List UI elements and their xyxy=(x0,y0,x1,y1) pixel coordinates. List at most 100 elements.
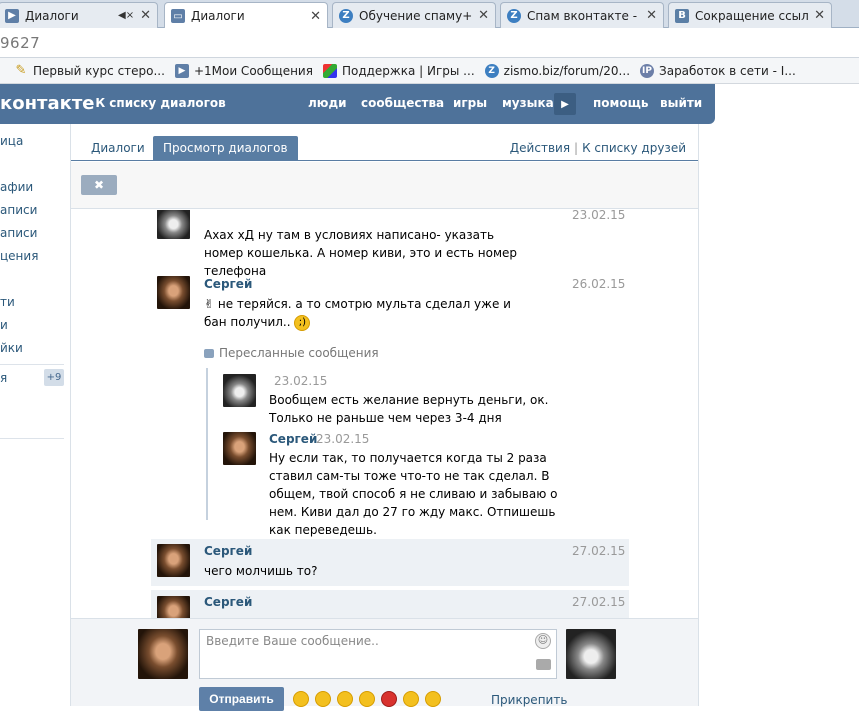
left-menu-item[interactable]: и xyxy=(0,318,8,332)
ip-icon: IP xyxy=(640,63,655,78)
left-menu-item[interactable]: йки xyxy=(0,341,23,355)
smile-icon[interactable]: ☺ xyxy=(535,633,551,649)
message-text: Ну если так, то получается когда ты 2 ра… xyxy=(269,451,558,537)
message-text: ✌ не теряйся. а то смотрю мульта сделал … xyxy=(204,297,511,331)
left-menu-item[interactable]: я xyxy=(0,371,7,385)
emoji-rose-icon[interactable] xyxy=(381,691,397,707)
browser-tab-link-shortener[interactable]: B Сокращение ссылок ✕ xyxy=(668,2,832,28)
bookmark-4[interactable]: Z zismo.biz/forum/20... xyxy=(484,63,630,78)
browser-tab-dialogs-1[interactable]: ▶ Диалоги ◀× ✕ xyxy=(0,2,158,28)
message-author[interactable]: Сергей xyxy=(204,277,252,291)
forwarded-label[interactable]: Пересланные сообщения xyxy=(204,346,379,360)
avatar[interactable] xyxy=(157,210,190,239)
dialog-toolbar: ✖ xyxy=(71,162,698,209)
close-icon[interactable]: ✕ xyxy=(310,9,321,24)
wink-emoji-icon: ;) xyxy=(294,314,311,331)
close-icon[interactable]: ✕ xyxy=(140,8,151,23)
browser-tab-spam-vk[interactable]: Z Спам вконтакте - Ба ✕ xyxy=(500,2,664,28)
avatar[interactable] xyxy=(223,432,256,465)
emoji-grin-icon[interactable] xyxy=(337,691,353,707)
message-date: 23.02.15 xyxy=(572,210,626,222)
victory-hand-icon: ✌ xyxy=(204,297,215,311)
avatar[interactable] xyxy=(157,596,190,618)
z-icon: Z xyxy=(339,8,353,23)
left-menu-item[interactable]: аписи xyxy=(0,203,37,217)
camera-icon[interactable] xyxy=(536,659,551,670)
nav-help[interactable]: помощь xyxy=(593,96,648,110)
message-date: 27.02.15 xyxy=(572,595,626,609)
left-menu-item[interactable]: ица xyxy=(0,134,23,148)
address-text[interactable]: 9627 xyxy=(0,34,40,52)
actions-link[interactable]: Действия xyxy=(510,141,570,155)
counter-badge: +9 xyxy=(44,369,64,386)
nav-games[interactable]: игры xyxy=(453,96,487,110)
emoji-blush-icon[interactable] xyxy=(425,691,441,707)
emoji-shock-icon[interactable] xyxy=(359,691,375,707)
delete-button[interactable]: ✖ xyxy=(81,175,117,195)
send-button[interactable]: Отправить xyxy=(199,687,284,711)
site-header: контакте ‹ К списку диалогов люди сообще… xyxy=(0,84,715,124)
message-author[interactable]: Сергей xyxy=(269,432,317,446)
message-composer: ☺ Отправить Прикрепить xyxy=(70,618,699,711)
left-menu-item[interactable]: афии xyxy=(0,180,33,194)
cube-icon xyxy=(322,63,337,78)
forward-quote-bar xyxy=(206,368,208,520)
chat-icon: ▭ xyxy=(171,9,185,23)
emoji-laugh-icon[interactable] xyxy=(315,691,331,707)
site-logo[interactable]: контакте xyxy=(0,93,94,114)
z-icon: Z xyxy=(507,8,521,23)
panel-tabs: Диалоги Просмотр диалогов Действия | К спи… xyxy=(71,124,698,161)
message-text: Ахах хД ну там в условиях написано- указ… xyxy=(204,228,518,278)
message-date: 23.02.15 xyxy=(316,432,370,446)
nav-logout[interactable]: выйти xyxy=(660,96,702,110)
attach-link[interactable]: Прикрепить xyxy=(491,693,567,707)
z-icon: Z xyxy=(484,63,499,78)
browser-tab-strip: ▶ Диалоги ◀× ✕ ▭ Диалоги ✕ Z Обучение сп… xyxy=(0,0,859,29)
panel-links: Действия | К списку друзей xyxy=(509,141,686,155)
nav-music[interactable]: музыка xyxy=(502,96,554,110)
bookmark-3[interactable]: Поддержка | Игры ... xyxy=(322,63,475,78)
bookmarks-bar: ✎ Первый курс стеро... ▶ +1Мои Сообщения… xyxy=(0,58,859,84)
left-menu-item[interactable]: цения xyxy=(0,249,38,263)
friends-list-link[interactable]: К списку друзей xyxy=(582,141,686,155)
close-icon[interactable]: ✕ xyxy=(646,8,657,23)
message-text: Вообщем есть желание вернуть деньги, ок.… xyxy=(269,393,549,425)
address-bar[interactable]: 9627 xyxy=(0,28,859,58)
page-icon: ▶ xyxy=(5,8,19,23)
nav-communities[interactable]: сообщества xyxy=(361,96,444,110)
close-icon[interactable]: ✕ xyxy=(814,8,825,23)
tab-dialogs[interactable]: Диалоги xyxy=(81,136,155,160)
page-icon: ▶ xyxy=(174,63,189,78)
emoji-scared-icon[interactable] xyxy=(403,691,419,707)
back-to-dialogs-link[interactable]: ‹ К списку диалогов xyxy=(82,96,226,110)
browser-tab-spam-training[interactable]: Z Обучение спаму+ до ✕ xyxy=(332,2,496,28)
left-menu-divider xyxy=(0,364,64,365)
message-text: чего молчишь то? xyxy=(204,564,318,578)
message-date: 27.02.15 xyxy=(572,544,626,558)
left-menu-item[interactable]: ти xyxy=(0,295,15,309)
play-icon[interactable]: ▶ xyxy=(554,93,576,115)
message-author[interactable]: Сергей xyxy=(204,544,252,558)
left-menu-item[interactable]: аписи xyxy=(0,226,37,240)
my-avatar[interactable] xyxy=(138,629,188,679)
browser-tab-dialogs-2[interactable]: ▭ Диалоги ✕ xyxy=(164,2,328,29)
bookmark-5[interactable]: IP Заработок в сети - I... xyxy=(640,63,796,78)
bookmark-2[interactable]: ▶ +1Мои Сообщения xyxy=(174,63,313,78)
close-icon[interactable]: ✕ xyxy=(478,8,489,23)
vk-icon: B xyxy=(675,8,689,23)
message-input[interactable] xyxy=(199,629,557,679)
message-date: 26.02.15 xyxy=(572,277,626,291)
avatar[interactable] xyxy=(157,544,190,577)
message-list[interactable]: 23.02.15 Ахах хД ну там в условиях напис… xyxy=(71,210,698,618)
message-author[interactable]: Сергей xyxy=(204,595,252,609)
avatar[interactable] xyxy=(223,374,256,407)
bookmark-1[interactable]: ✎ Первый курс стеро... xyxy=(14,63,165,78)
tab-view-dialogs[interactable]: Просмотр диалогов xyxy=(153,136,298,160)
emoji-wink-icon[interactable] xyxy=(293,691,309,707)
avatar[interactable] xyxy=(157,276,190,309)
recipient-avatar[interactable] xyxy=(566,629,616,679)
nav-people[interactable]: люди xyxy=(308,96,347,110)
forward-icon xyxy=(204,349,214,358)
pen-icon: ✎ xyxy=(15,63,27,78)
speaker-muted-icon[interactable]: ◀× xyxy=(118,10,134,21)
